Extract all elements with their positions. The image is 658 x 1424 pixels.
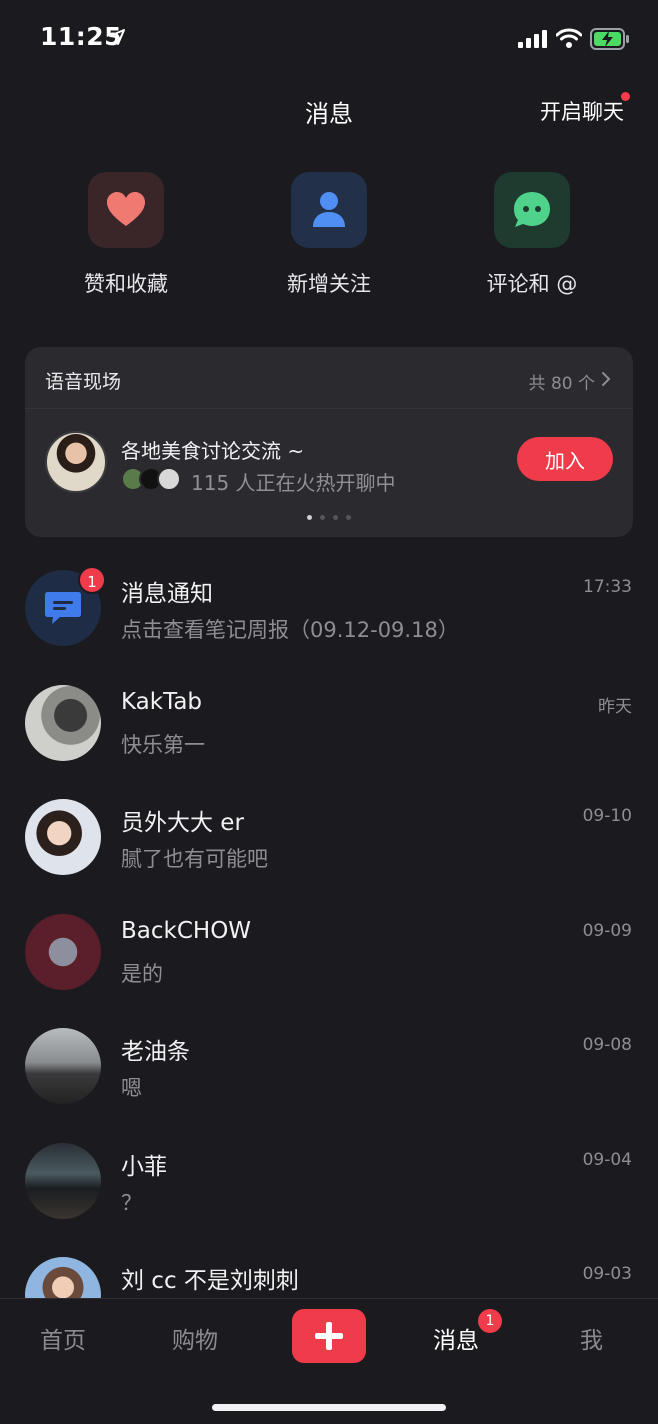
- conversation-time: 09-08: [582, 1035, 632, 1055]
- carousel-page-dots: [25, 515, 633, 520]
- avatar: [25, 1142, 101, 1219]
- conversation-name: 老油条: [121, 1039, 190, 1065]
- new-indicator-dot: [621, 92, 630, 101]
- conversation-time: 09-04: [582, 1149, 632, 1170]
- conversation-preview: 点击查看笔记周报（09.12-09.18）: [121, 618, 459, 642]
- join-button[interactable]: 加入: [517, 437, 613, 481]
- likes-and-favorites-label: 赞和收藏: [84, 272, 168, 296]
- avatar: [25, 684, 101, 761]
- avatar: [25, 913, 101, 990]
- avatar: [25, 1028, 101, 1104]
- voice-room-count: 共 80 个: [528, 374, 595, 394]
- voice-live-card: 语音现场 共 80 个 各地美食讨论交流 ~ 115 人正在火热开聊中 加入: [25, 347, 633, 537]
- voice-live-title: 语音现场: [45, 371, 122, 393]
- voice-room-name: 各地美食讨论交流 ~: [121, 439, 305, 463]
- comment-icon: [514, 192, 550, 227]
- heart-icon: [107, 192, 145, 226]
- conversation-time: 09-03: [582, 1264, 632, 1284]
- likes-and-favorites-button[interactable]: 赞和收藏: [41, 172, 211, 298]
- conversation-name: 刘 cc 不是刘刺刺: [121, 1268, 299, 1294]
- comments-and-mentions-label: 评论和 @: [486, 272, 578, 296]
- quick-actions: 赞和收藏 新增关注 评论和 @: [0, 172, 658, 302]
- chevron-right-icon: [602, 372, 611, 386]
- followers-icon-box: [291, 172, 367, 248]
- conversation-item[interactable]: 员外大大 er 腻了也有可能吧 09-10: [0, 781, 658, 896]
- avatar: [25, 799, 101, 875]
- conversation-item-notifications[interactable]: 1 消息通知 点击查看笔记周报（09.12-09.18） 17:33: [0, 552, 658, 667]
- conversation-preview: 嗯: [121, 1076, 142, 1100]
- status-bar: 11:25: [0, 0, 658, 80]
- page-dot: [333, 515, 338, 520]
- conversation-time: 09-10: [582, 806, 632, 826]
- conversation-time: 09-09: [582, 920, 632, 941]
- conversation-item[interactable]: 老油条 嗯 09-08: [0, 1010, 658, 1125]
- notification-icon: [45, 592, 81, 624]
- wifi-icon: [556, 28, 582, 48]
- tab-unread-badge: 1: [478, 1309, 502, 1333]
- voice-room-status: 115 人正在火热开聊中: [191, 471, 396, 495]
- conversation-name: 小菲: [121, 1153, 167, 1180]
- conversation-preview: 是的: [121, 961, 163, 986]
- open-chat-button[interactable]: 开启聊天: [540, 96, 624, 126]
- tab-home[interactable]: 首页: [40, 1321, 86, 1355]
- new-followers-label: 新增关注: [287, 272, 371, 296]
- tab-messages[interactable]: 消息: [433, 1321, 479, 1355]
- unread-badge: 1: [78, 566, 106, 594]
- participant-avatars: [121, 467, 183, 491]
- tab-shopping[interactable]: 购物: [172, 1321, 218, 1355]
- person-icon: [313, 192, 345, 227]
- create-post-button[interactable]: [292, 1309, 366, 1363]
- conversation-name: 员外大大 er: [121, 810, 244, 836]
- conversation-time: 17:33: [583, 577, 632, 597]
- comments-and-mentions-button[interactable]: 评论和 @: [447, 172, 617, 298]
- messages-screen: 11:25 消息 开启聊天 赞和收藏 新增关注 评论和 @ 语音现场 共 80 …: [0, 0, 658, 1424]
- likes-icon-box: [88, 172, 164, 248]
- home-indicator: [212, 1404, 446, 1411]
- conversation-preview: ？: [121, 1190, 142, 1215]
- voice-live-header[interactable]: 语音现场 共 80 个: [25, 347, 633, 409]
- location-arrow-icon: [109, 29, 125, 45]
- comments-icon-box: [494, 172, 570, 248]
- voice-room-item[interactable]: 各地美食讨论交流 ~ 115 人正在火热开聊中 加入: [25, 409, 633, 537]
- voice-room-avatar: [45, 431, 107, 493]
- plus-icon: [315, 1322, 343, 1350]
- battery-charging-icon: [590, 28, 629, 50]
- conversation-name: 消息通知: [121, 581, 213, 607]
- conversation-name: BackCHOW: [121, 917, 252, 944]
- conversation-item[interactable]: KakTab 快乐第一 昨天: [0, 667, 658, 782]
- page-dot: [346, 515, 351, 520]
- conversation-preview: 快乐第一: [121, 732, 205, 757]
- conversation-item[interactable]: BackCHOW 是的 09-09: [0, 896, 658, 1011]
- conversation-time: 昨天: [598, 696, 632, 717]
- new-followers-button[interactable]: 新增关注: [244, 172, 414, 298]
- tab-me[interactable]: 我: [580, 1321, 603, 1355]
- conversation-item[interactable]: 小菲 ？ 09-04: [0, 1125, 658, 1240]
- conversation-list: 1 消息通知 点击查看笔记周报（09.12-09.18） 17:33 KakTa…: [0, 552, 658, 1354]
- cellular-signal-icon: [518, 30, 547, 48]
- conversation-preview: 腻了也有可能吧: [121, 847, 268, 871]
- page-dot: [307, 515, 312, 520]
- participant-avatar: [157, 467, 181, 491]
- page-dot: [320, 515, 325, 520]
- conversation-name: KakTab: [121, 688, 203, 715]
